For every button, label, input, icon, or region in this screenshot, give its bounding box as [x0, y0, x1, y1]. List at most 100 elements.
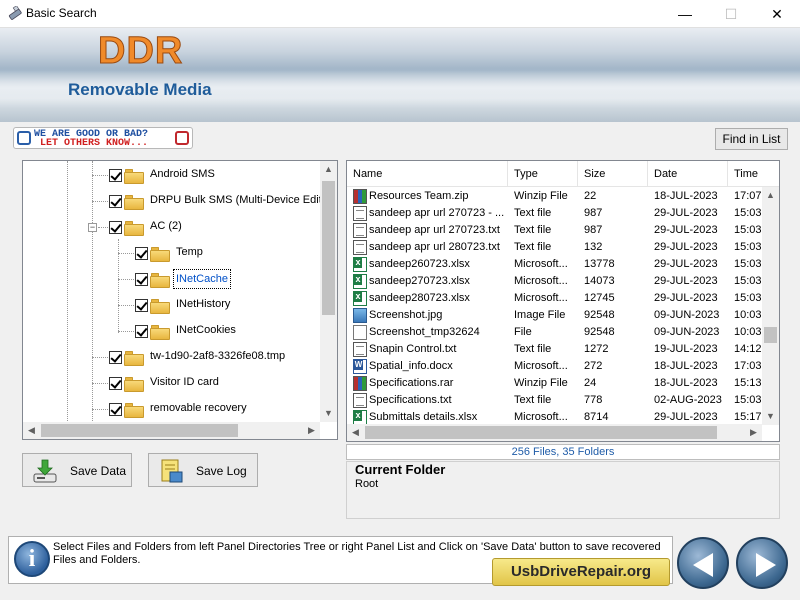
close-button[interactable]: ✕	[754, 0, 800, 28]
scroll-thumb[interactable]	[764, 327, 777, 343]
table-row[interactable]: Resources Team.zip Winzip File 22 18-JUL-20…	[347, 188, 764, 205]
cell-date: 18-JUL-2023	[654, 360, 718, 372]
text-file-icon	[353, 206, 367, 221]
file-list[interactable]: Name Type Size Date Time Resources Team.…	[346, 160, 780, 442]
tree-checkbox[interactable]	[109, 351, 122, 364]
thumbs-up-icon	[17, 131, 31, 145]
tree-item[interactable]: removable recovery	[23, 400, 323, 420]
next-button[interactable]	[736, 537, 788, 589]
scroll-down-icon[interactable]: ▼	[762, 408, 779, 425]
table-row[interactable]: sandeep260723.xlsx Microsoft... 13778 29-JU…	[347, 256, 764, 273]
tree-horizontal-scrollbar[interactable]: ◀ ▶	[23, 422, 320, 439]
column-header-name[interactable]: Name	[347, 161, 508, 187]
tree-item[interactable]: INetHistory	[23, 296, 323, 316]
cell-name: Specifications.txt	[369, 394, 452, 406]
tree-item[interactable]: Temp	[23, 244, 323, 264]
tree-checkbox[interactable]	[135, 325, 148, 338]
tree-checkbox[interactable]	[135, 273, 148, 286]
tree-checkbox[interactable]	[109, 195, 122, 208]
tree-checkbox[interactable]	[135, 247, 148, 260]
thumbs-down-icon	[175, 131, 189, 145]
tree-item-label: Android SMS	[150, 168, 215, 180]
column-header-date[interactable]: Date	[648, 161, 728, 187]
column-header-type[interactable]: Type	[508, 161, 578, 187]
table-row[interactable]: sandeep apr url 280723.txt Text file 132 29…	[347, 239, 764, 256]
tree-item[interactable]: DRPU Bulk SMS (Multi-Device Edition	[23, 192, 336, 212]
minimize-button[interactable]: —	[662, 0, 708, 28]
table-row[interactable]: Specifications.rar Winzip File 24 18-JUL-20…	[347, 375, 764, 392]
next-arrow-icon	[756, 553, 776, 577]
tree-checkbox[interactable]	[135, 299, 148, 312]
cell-time: 15:03	[734, 241, 762, 253]
scroll-thumb[interactable]	[41, 424, 238, 437]
cell-time: 15:13	[734, 377, 762, 389]
folder-icon	[124, 221, 144, 236]
text-file-icon	[353, 223, 367, 238]
folder-icon	[124, 351, 144, 366]
table-row[interactable]: Specifications.txt Text file 778 02-AUG-202…	[347, 392, 764, 409]
table-row[interactable]: Snapin Control.txt Text file 1272 19-JUL-20…	[347, 341, 764, 358]
feedback-badge[interactable]: WE ARE GOOD OR BAD? LET OTHERS KNOW...	[13, 127, 193, 149]
tree-item[interactable]: tw-1d90-2af8-3326fe08.tmp	[23, 348, 323, 368]
table-row[interactable]: sandeep apr url 270723.txt Text file 987 29…	[347, 222, 764, 239]
cell-size: 272	[584, 360, 603, 372]
column-header-size[interactable]: Size	[578, 161, 648, 187]
scroll-right-icon[interactable]: ▶	[303, 422, 320, 439]
info-icon: i	[14, 541, 50, 577]
back-button[interactable]	[677, 537, 729, 589]
scroll-up-icon[interactable]: ▲	[762, 187, 779, 204]
cell-name: Snapin Control.txt	[369, 343, 457, 355]
tree-checkbox[interactable]	[109, 403, 122, 416]
collapse-icon[interactable]: −	[88, 223, 97, 232]
save-log-button[interactable]: Save Log	[148, 453, 258, 487]
current-folder-panel: Current Folder Root	[346, 461, 780, 519]
file-count-status: 256 Files, 35 Folders	[346, 444, 780, 460]
cell-time: 15:03	[734, 275, 762, 287]
tree-vertical-scrollbar[interactable]: ▲ ▼	[320, 161, 337, 422]
maximize-button[interactable]: ☐	[708, 0, 754, 28]
table-row[interactable]: sandeep280723.xlsx Microsoft... 12745 29-JU…	[347, 290, 764, 307]
website-badge[interactable]: UsbDriveRepair.org	[492, 558, 670, 586]
excel-icon	[353, 291, 367, 306]
cell-name: Spatial_info.docx	[369, 360, 453, 372]
directory-tree[interactable]: Android SMS DRPU Bulk SMS (Multi-Device …	[22, 160, 338, 440]
table-row[interactable]: Spatial_info.docx Microsoft... 272 18-JUL-2…	[347, 358, 764, 375]
tree-item-selected[interactable]: INetCache	[23, 269, 323, 290]
tree-item[interactable]: Android SMS	[23, 166, 323, 186]
find-in-list-button[interactable]: Find in List	[715, 128, 788, 150]
save-data-button[interactable]: Save Data	[22, 453, 132, 487]
scroll-left-icon[interactable]: ◀	[347, 424, 364, 441]
text-file-icon	[353, 342, 367, 357]
cell-name: Resources Team.zip	[369, 190, 469, 202]
table-row[interactable]: Screenshot.jpg Image File 92548 09-JUN-2023…	[347, 307, 764, 324]
column-header-time[interactable]: Time	[728, 161, 779, 187]
cell-size: 24	[584, 377, 597, 389]
tree-item[interactable]: − AC (2)	[23, 218, 323, 238]
tree-checkbox[interactable]	[109, 377, 122, 390]
table-row[interactable]: sandeep apr url 270723 - ... Text file 987…	[347, 205, 764, 222]
cell-type: Microsoft...	[514, 292, 568, 304]
cell-name: Screenshot_tmp32624	[369, 326, 480, 338]
list-vertical-scrollbar[interactable]: ▲ ▼	[762, 187, 779, 425]
scroll-thumb[interactable]	[365, 426, 717, 439]
image-icon	[353, 308, 367, 323]
back-arrow-icon	[693, 553, 713, 577]
scroll-right-icon[interactable]: ▶	[745, 424, 762, 441]
scroll-left-icon[interactable]: ◀	[23, 422, 40, 439]
tree-item[interactable]: INetCookies	[23, 322, 323, 342]
scroll-down-icon[interactable]: ▼	[320, 405, 337, 422]
tree-checkbox[interactable]	[109, 169, 122, 182]
excel-icon	[353, 257, 367, 272]
text-file-icon	[353, 240, 367, 255]
table-row[interactable]: sandeep270723.xlsx Microsoft... 14073 29-JU…	[347, 273, 764, 290]
cell-time: 15:03	[734, 224, 762, 236]
table-row[interactable]: Screenshot_tmp32624 File 92548 09-JUN-2023 1…	[347, 324, 764, 341]
tree-item[interactable]: Visitor ID card	[23, 374, 323, 394]
list-horizontal-scrollbar[interactable]: ◀ ▶	[347, 424, 762, 441]
tree-checkbox[interactable]	[109, 221, 122, 234]
scroll-thumb[interactable]	[322, 181, 335, 315]
cell-size: 13778	[584, 258, 615, 270]
cell-type: Microsoft...	[514, 258, 568, 270]
scroll-up-icon[interactable]: ▲	[320, 161, 337, 178]
tree-item-label: Temp	[176, 246, 203, 258]
